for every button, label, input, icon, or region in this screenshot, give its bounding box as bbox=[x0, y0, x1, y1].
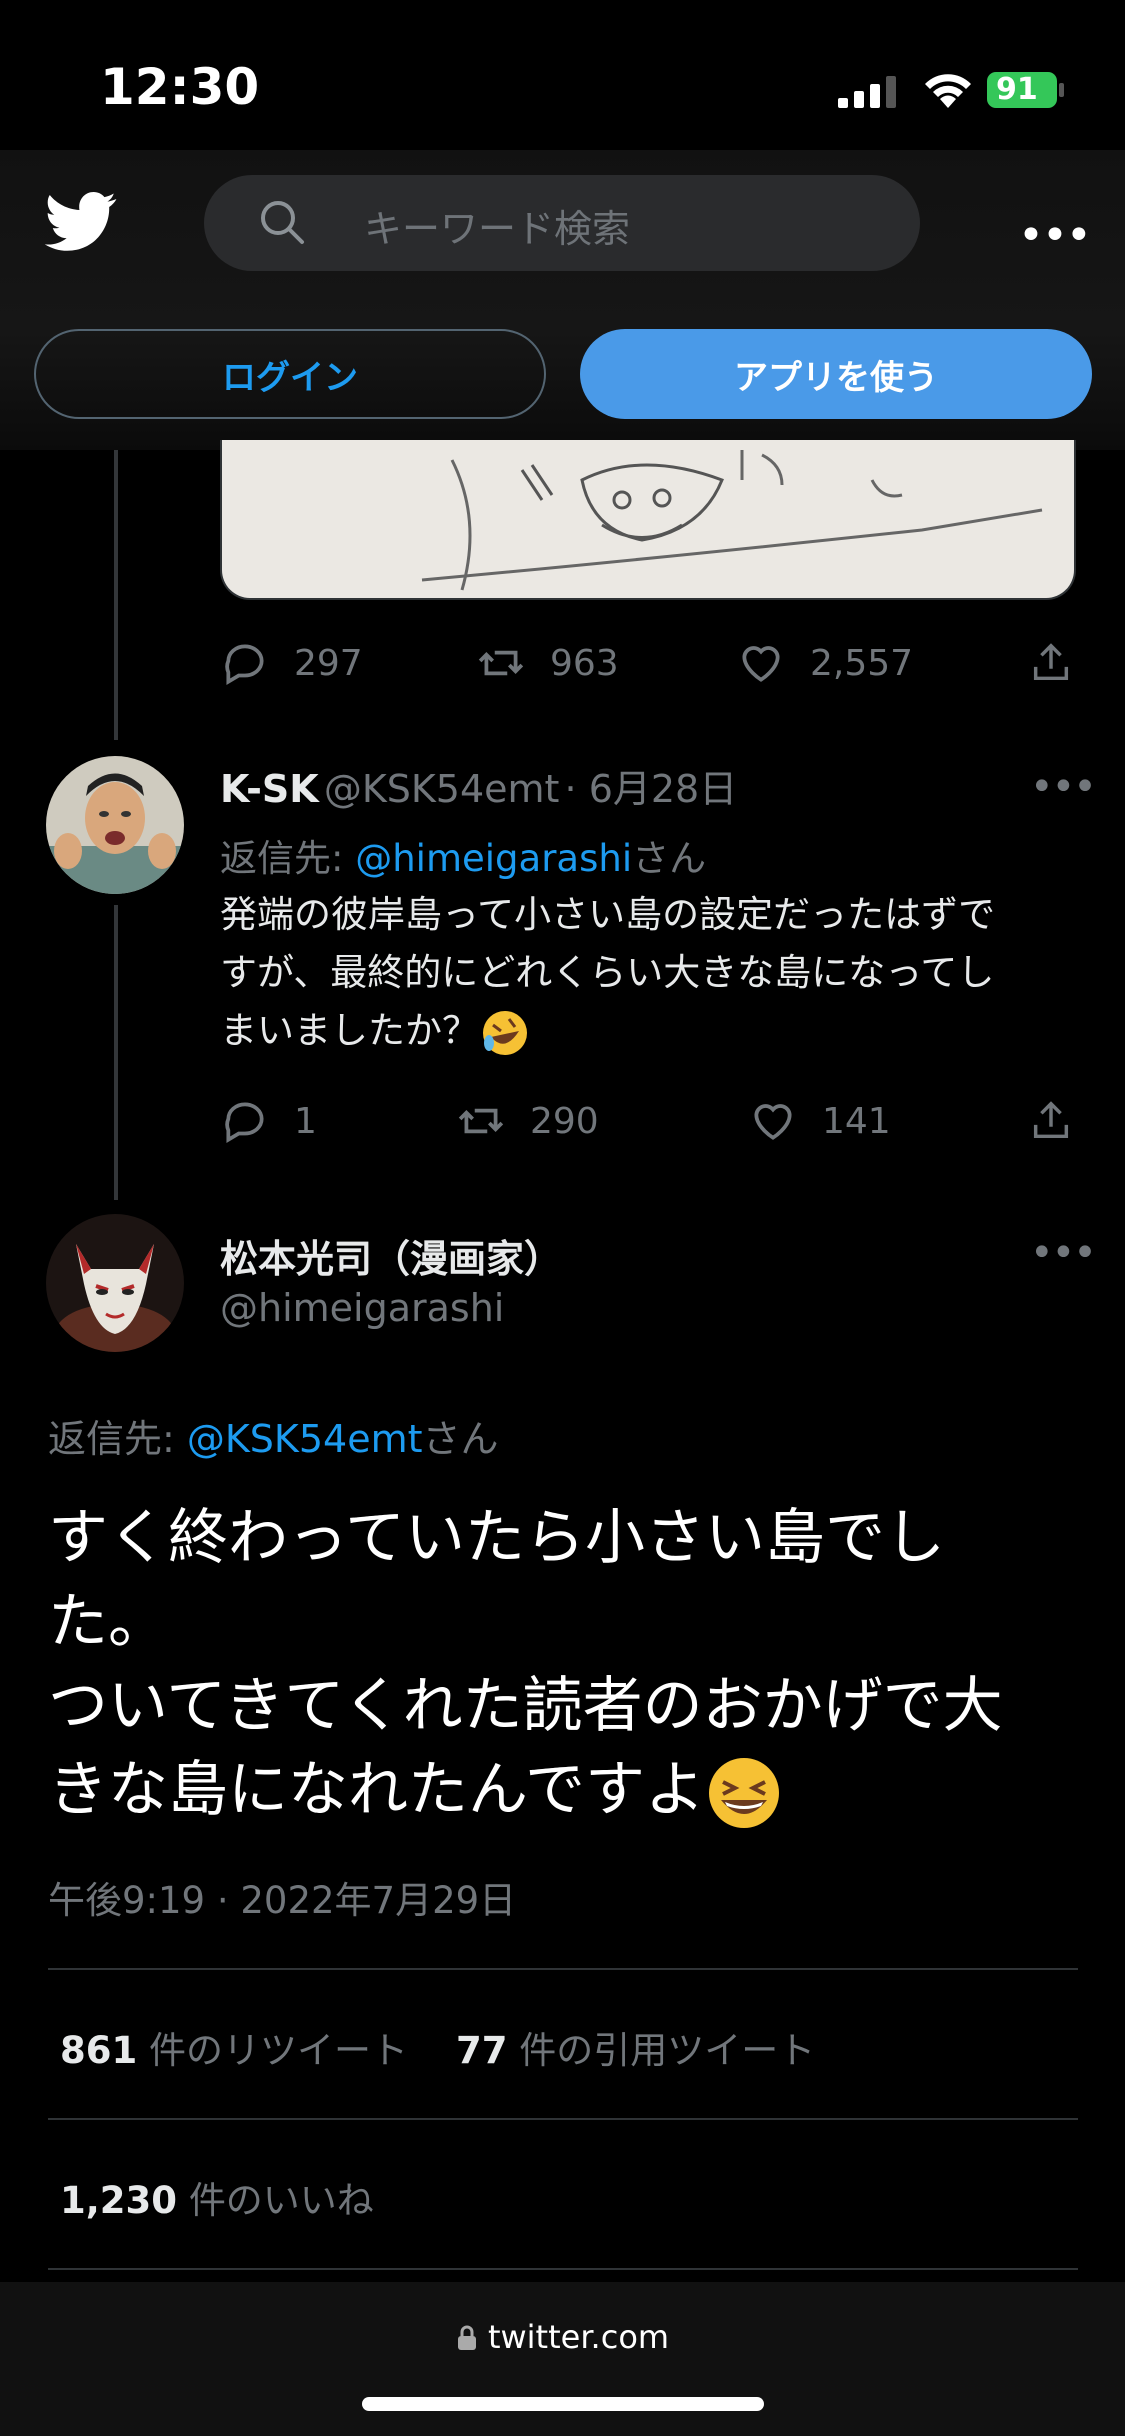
reply-to-prefix: 返信先: bbox=[48, 1417, 187, 1461]
browser-bottom-bar bbox=[0, 2282, 1125, 2436]
tweet-text-line: ついてきてくれた読者のおかげで大 bbox=[48, 1671, 1003, 1741]
rolling-laughing-emoji-icon bbox=[483, 1010, 527, 1055]
lock-icon bbox=[457, 2325, 476, 2350]
retweet-total-label: 件のリツイート bbox=[149, 2029, 408, 2072]
tweet-text-line: た。 bbox=[48, 1587, 168, 1657]
reply-to-suffix: さん bbox=[422, 1417, 499, 1461]
tweet-text: すく終わっていたら小さい島でし た。 ついてきてくれた読者のおかげで大 きな島に… bbox=[48, 1496, 1088, 1832]
twitter-bird-logo-icon[interactable] bbox=[44, 192, 118, 252]
tweet-text-line: すが、最終的にどれくらい大きな島になってし bbox=[220, 951, 995, 994]
divider bbox=[48, 2268, 1078, 2270]
tweet-text-line: 発端の彼岸島って小さい島の設定だったはずで bbox=[220, 893, 996, 936]
reply-to-handle[interactable]: @KSK54emt bbox=[187, 1417, 423, 1461]
reply-to-line: 返信先: @himeigarashiさん bbox=[220, 828, 706, 882]
retweet-icon bbox=[458, 1108, 504, 1134]
like-total-label: 件のいいね bbox=[188, 2179, 374, 2222]
user-name[interactable]: 松本光司（漫画家） bbox=[220, 1228, 562, 1283]
reply-action[interactable]: 1 bbox=[220, 1096, 317, 1146]
reply-action[interactable]: 297 bbox=[220, 638, 363, 688]
reply-count: 297 bbox=[294, 642, 363, 684]
url-text: twitter.com bbox=[487, 2318, 670, 2356]
tweet-more-icon[interactable]: ••• bbox=[1030, 764, 1097, 810]
home-indicator[interactable] bbox=[362, 2397, 764, 2411]
battery-level: 91 bbox=[996, 72, 1038, 107]
retweet-action[interactable]: 963 bbox=[476, 638, 619, 688]
wifi-icon bbox=[925, 74, 971, 108]
user-handle[interactable]: @himeigarashi bbox=[220, 1286, 504, 1330]
reply-to-prefix: 返信先: bbox=[220, 837, 356, 880]
login-button[interactable]: ログイン bbox=[34, 329, 546, 419]
tweet-date[interactable]: · 6月28日 bbox=[565, 767, 738, 811]
divider bbox=[48, 1968, 1078, 1970]
like-count: 2,557 bbox=[810, 642, 914, 684]
reply-to-line: 返信先: @KSK54emtさん bbox=[48, 1408, 499, 1463]
tweet-text-line: まいましたか？ bbox=[220, 1009, 479, 1052]
thread-line bbox=[114, 450, 118, 740]
tweet-text: 発端の彼岸島って小さい島の設定だったはずで すが、最終的にどれくらい大きな島にな… bbox=[220, 886, 1080, 1060]
thread-line bbox=[114, 905, 118, 1200]
tweet-image[interactable] bbox=[220, 440, 1076, 600]
retweet-count: 963 bbox=[550, 642, 619, 684]
tweet-timestamp[interactable]: 午後9:19 · 2022年7月29日 bbox=[48, 1870, 516, 1924]
reply-to-suffix: さん bbox=[632, 837, 707, 880]
retweet-action[interactable]: 290 bbox=[456, 1096, 599, 1146]
heart-icon bbox=[742, 646, 780, 682]
grinning-squinting-emoji-icon bbox=[709, 1758, 779, 1829]
share-icon[interactable] bbox=[1028, 1098, 1074, 1144]
divider bbox=[48, 2118, 1078, 2120]
reply-to-handle[interactable]: @himeigarashi bbox=[355, 837, 632, 880]
reply-count: 1 bbox=[294, 1100, 317, 1142]
tweet-text-line: きな島になれたんですよ bbox=[48, 1755, 705, 1825]
like-stats[interactable]: 1,230 件のいいね bbox=[60, 2170, 374, 2224]
reply-icon bbox=[225, 644, 264, 686]
user-name[interactable]: K-SK bbox=[220, 767, 319, 811]
tweet-text-line: すく終わっていたら小さい島でし bbox=[48, 1503, 945, 1573]
search-icon bbox=[261, 201, 304, 244]
retweet-total: 861 bbox=[60, 2029, 138, 2072]
like-action[interactable]: 2,557 bbox=[736, 638, 913, 688]
retweet-icon bbox=[478, 650, 524, 676]
like-count: 141 bbox=[822, 1100, 891, 1142]
status-bar: 12:30 91 bbox=[0, 0, 1125, 150]
search-placeholder: キーワード検索 bbox=[364, 207, 631, 251]
sketch-drawing bbox=[421, 450, 1043, 591]
retweet-stats[interactable]: 861 件のリツイート bbox=[60, 2020, 408, 2074]
address-bar[interactable]: twitter.com bbox=[0, 2318, 1125, 2356]
quote-total-label: 件の引用ツイート bbox=[519, 2029, 816, 2072]
retweet-count: 290 bbox=[530, 1100, 599, 1142]
share-icon[interactable] bbox=[1028, 640, 1074, 686]
cellular-signal-icon bbox=[838, 76, 896, 108]
quote-stats[interactable]: 77 件の引用ツイート bbox=[456, 2020, 815, 2074]
avatar[interactable] bbox=[46, 1214, 184, 1352]
like-total: 1,230 bbox=[60, 2179, 178, 2222]
more-options-icon[interactable]: ••• bbox=[1018, 210, 1092, 261]
tweet-more-icon[interactable]: ••• bbox=[1030, 1230, 1097, 1276]
quote-total: 77 bbox=[456, 2029, 508, 2072]
status-time: 12:30 bbox=[100, 58, 260, 116]
use-app-button[interactable]: アプリを使う bbox=[580, 329, 1092, 419]
tweet-header: K-SK @KSK54emt · 6月28日 bbox=[220, 758, 737, 813]
reply-icon bbox=[225, 1102, 264, 1144]
user-handle[interactable]: @KSK54emt bbox=[324, 767, 560, 811]
avatar[interactable] bbox=[46, 756, 184, 894]
like-action[interactable]: 141 bbox=[748, 1096, 891, 1146]
battery-icon: 91 bbox=[986, 70, 1066, 110]
heart-icon bbox=[754, 1104, 792, 1140]
